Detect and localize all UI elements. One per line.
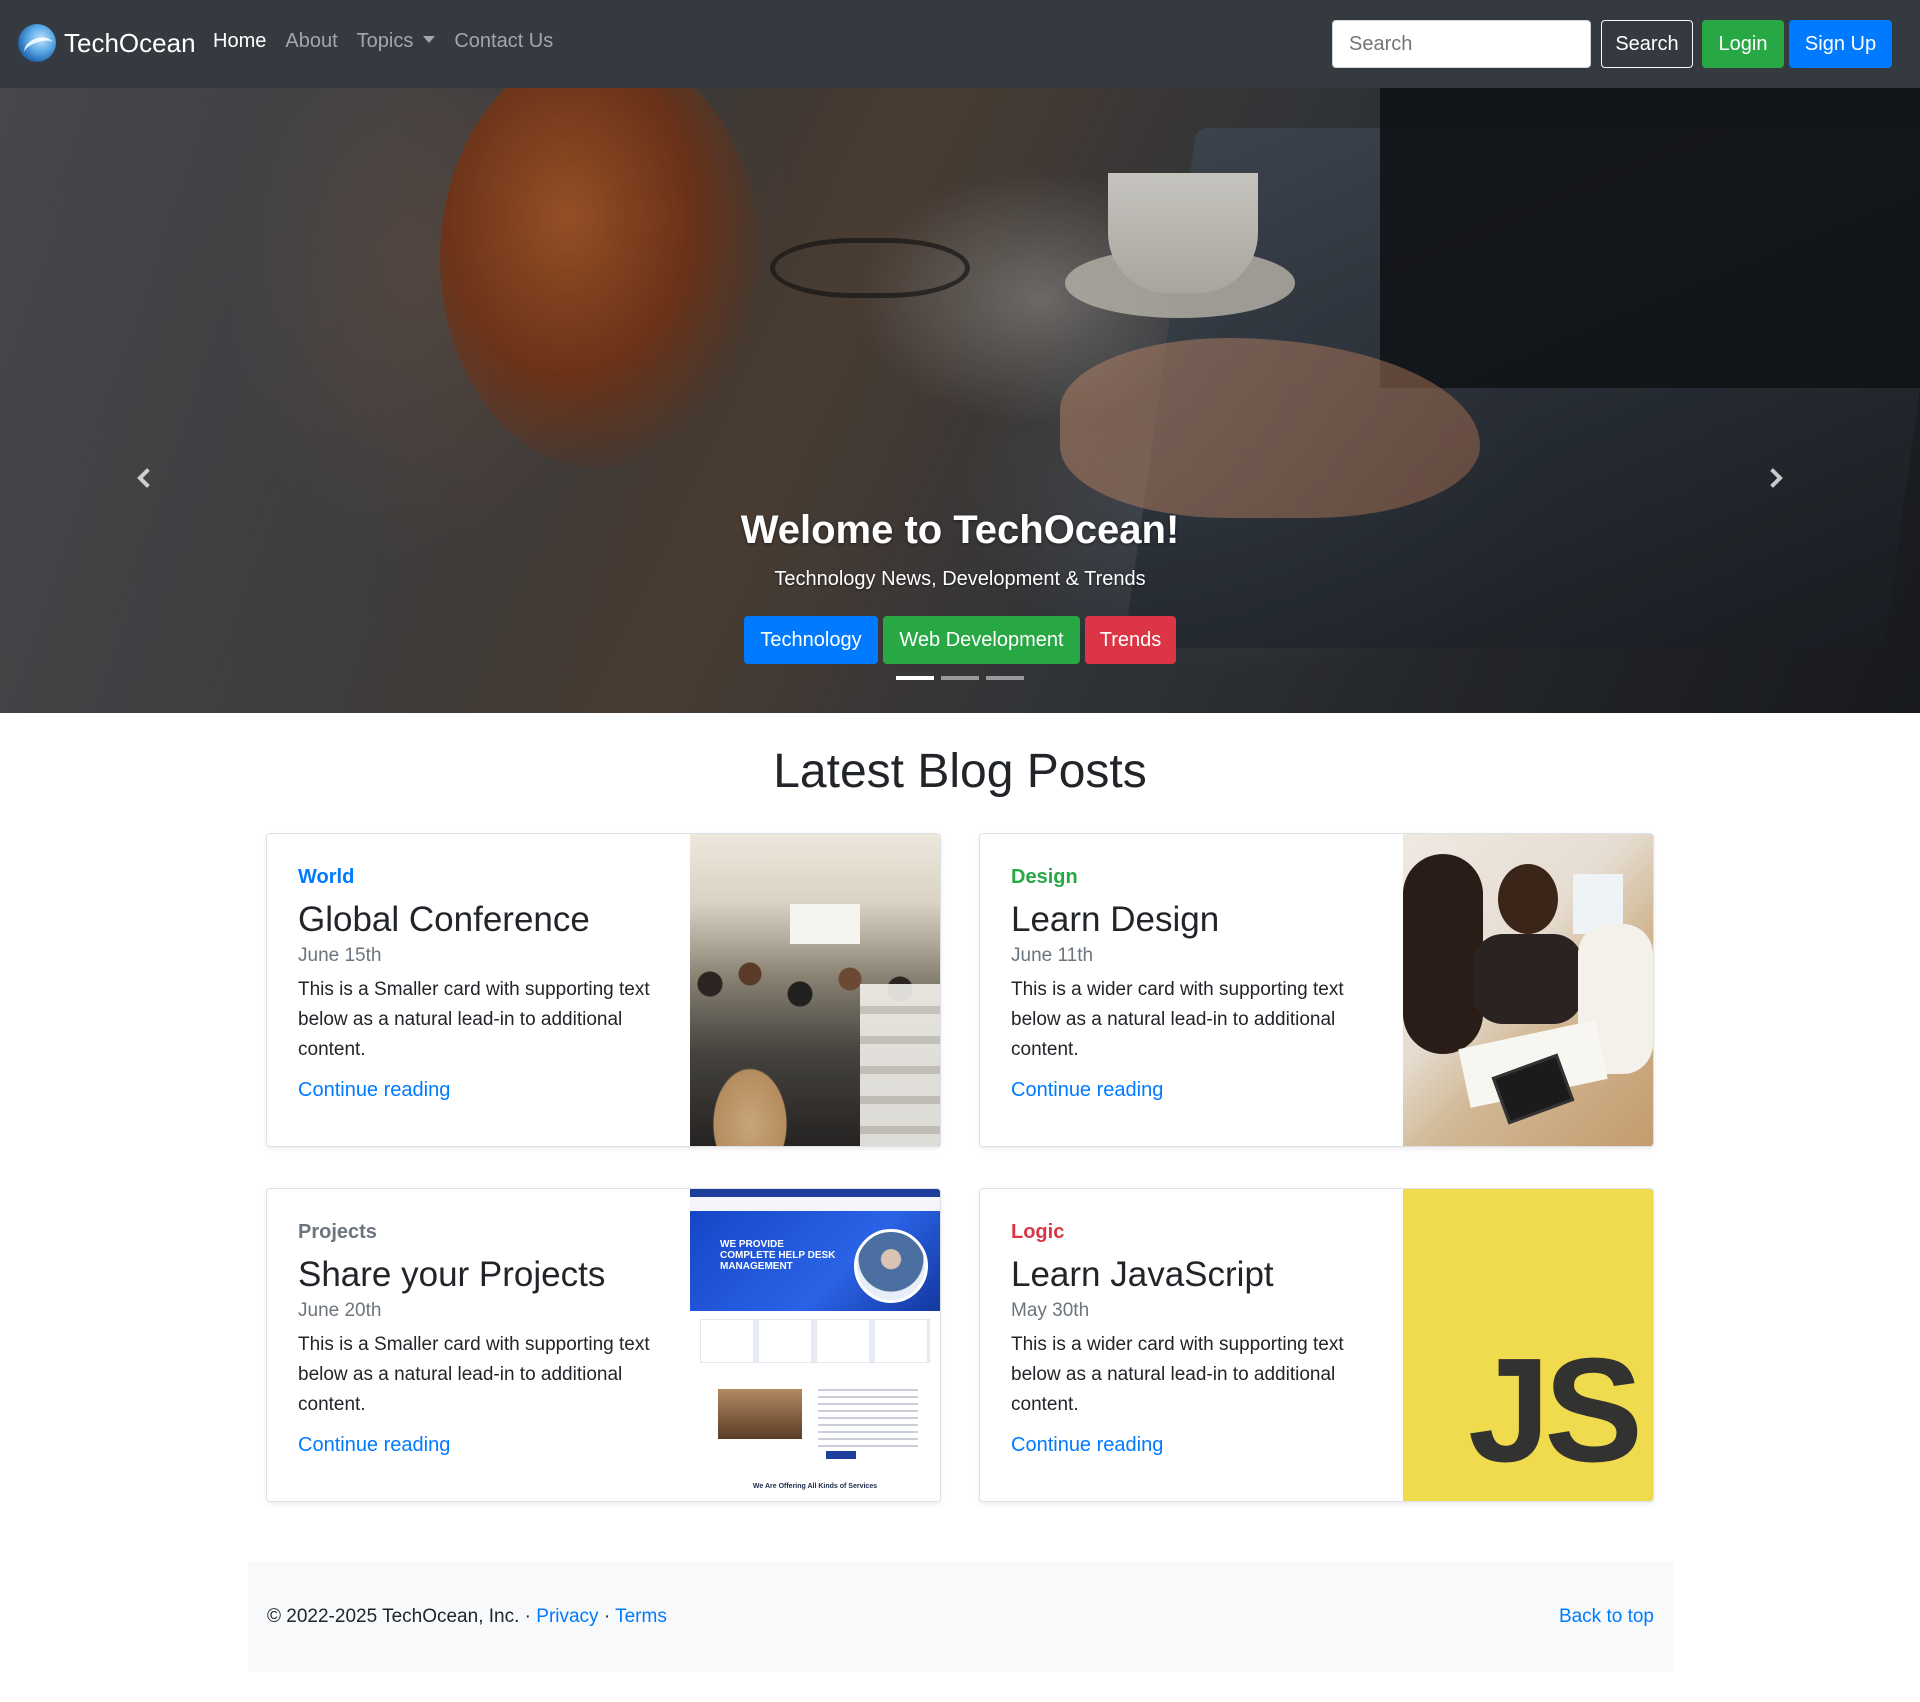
- screenshot-topbar: [690, 1189, 940, 1197]
- hero-title: Welome to TechOcean!: [740, 508, 1180, 552]
- card-title: Learn JavaScript: [1011, 1255, 1274, 1294]
- back-to-top-link[interactable]: Back to top: [1559, 1606, 1654, 1628]
- carousel-indicator-3[interactable]: [986, 676, 1024, 680]
- search-input[interactable]: [1332, 20, 1591, 68]
- design-person: [1473, 934, 1583, 1024]
- footer-left: © 2022-2025 TechOcean, Inc. · Privacy · …: [267, 1606, 667, 1628]
- card-date: June 11th: [1011, 945, 1094, 966]
- caret-down-icon: [423, 36, 436, 44]
- continue-reading-link[interactable]: Continue reading: [1011, 1079, 1391, 1102]
- card-category: Projects: [298, 1221, 377, 1243]
- continue-reading-link[interactable]: Continue reading: [298, 1434, 678, 1457]
- hero-carousel: Welome to TechOcean! Technology News, De…: [0, 88, 1920, 713]
- screenshot-feature-boxes: [700, 1319, 930, 1363]
- carousel-indicator-2[interactable]: [941, 676, 979, 680]
- screenshot-footer-text: We Are Offering All Kinds of Services: [752, 1483, 878, 1490]
- post-card-share-projects: Projects Share your Projects June 20th T…: [266, 1188, 941, 1502]
- javascript-logo-icon: JS: [1403, 1189, 1653, 1501]
- technology-button[interactable]: Technology: [744, 616, 878, 664]
- section-title: Latest Blog Posts: [773, 745, 1147, 798]
- card-image-website-screenshot: WE PROVIDE COMPLETE HELP DESK MANAGEMENT…: [690, 1189, 940, 1501]
- nav-about[interactable]: About: [285, 30, 337, 53]
- nav-links: Home About Topics Contact Us: [213, 30, 572, 53]
- card-body: Projects Share your Projects June 20th T…: [298, 1221, 678, 1457]
- design-person: [1403, 854, 1483, 1054]
- signup-button[interactable]: Sign Up: [1789, 20, 1892, 68]
- nav-contact[interactable]: Contact Us: [454, 30, 553, 53]
- card-text: This is a Smaller card with supporting t…: [298, 1334, 650, 1415]
- card-category: Logic: [1011, 1221, 1065, 1243]
- card-text: This is a Smaller card with supporting t…: [298, 979, 650, 1060]
- screenshot-avatar: [854, 1229, 928, 1303]
- card-image-conference: [690, 834, 940, 1146]
- conference-screen: [790, 904, 860, 944]
- card-title: Share your Projects: [298, 1255, 606, 1294]
- card-body: World Global Conference June 15th This i…: [298, 866, 678, 1102]
- post-card-learn-javascript: Logic Learn JavaScript May 30th This is …: [979, 1188, 1654, 1502]
- card-date: June 15th: [298, 945, 382, 966]
- card-body: Design Learn Design June 11th This is a …: [1011, 866, 1391, 1102]
- card-text: This is a wider card with supporting tex…: [1011, 1334, 1344, 1415]
- screenshot-banner-text: WE PROVIDE COMPLETE HELP DESK MANAGEMENT: [720, 1239, 836, 1272]
- login-button[interactable]: Login: [1702, 20, 1784, 68]
- card-date: May 30th: [1011, 1300, 1090, 1321]
- wave-logo-icon: [18, 24, 56, 62]
- brand-name: TechOcean: [64, 27, 196, 58]
- js-logo-text: JS: [1467, 1328, 1643, 1493]
- card-title: Learn Design: [1011, 900, 1220, 939]
- top-navbar: TechOcean Home About Topics Contact Us S…: [0, 0, 1920, 88]
- screenshot-menubar: [690, 1197, 940, 1211]
- post-card-learn-design: Design Learn Design June 11th This is a …: [979, 833, 1654, 1147]
- conference-chairs: [860, 984, 940, 1146]
- terms-link[interactable]: Terms: [615, 1606, 667, 1627]
- screenshot-photo: [718, 1389, 802, 1439]
- design-person: [1498, 864, 1558, 934]
- privacy-link[interactable]: Privacy: [536, 1606, 598, 1627]
- nav-topics-dropdown[interactable]: Topics: [357, 30, 436, 53]
- brand-link[interactable]: TechOcean: [18, 24, 196, 62]
- card-date: June 20th: [298, 1300, 382, 1321]
- carousel-indicator-1[interactable]: [896, 676, 934, 680]
- card-category: World: [298, 866, 355, 888]
- footer: © 2022-2025 TechOcean, Inc. · Privacy · …: [248, 1562, 1673, 1672]
- trends-button[interactable]: Trends: [1085, 616, 1176, 664]
- post-card-global-conference: World Global Conference June 15th This i…: [266, 833, 941, 1147]
- card-image-design-team: [1403, 834, 1653, 1146]
- nav-home[interactable]: Home: [213, 30, 266, 53]
- card-title: Global Conference: [298, 900, 590, 939]
- web-development-button[interactable]: Web Development: [883, 616, 1080, 664]
- card-body: Logic Learn JavaScript May 30th This is …: [1011, 1221, 1391, 1457]
- screenshot-text-lines: [818, 1389, 918, 1449]
- card-text: This is a wider card with supporting tex…: [1011, 979, 1344, 1060]
- continue-reading-link[interactable]: Continue reading: [298, 1079, 678, 1102]
- nav-topics-label: Topics: [356, 30, 414, 52]
- continue-reading-link[interactable]: Continue reading: [1011, 1434, 1391, 1457]
- copyright-text: © 2022-2025 TechOcean, Inc. ·: [267, 1606, 531, 1627]
- hero-subtitle: Technology News, Development & Trends: [774, 568, 1146, 590]
- card-category: Design: [1011, 866, 1078, 888]
- footer-separator: ·: [603, 1606, 611, 1627]
- search-button[interactable]: Search: [1601, 20, 1693, 68]
- screenshot-cta: [826, 1451, 856, 1459]
